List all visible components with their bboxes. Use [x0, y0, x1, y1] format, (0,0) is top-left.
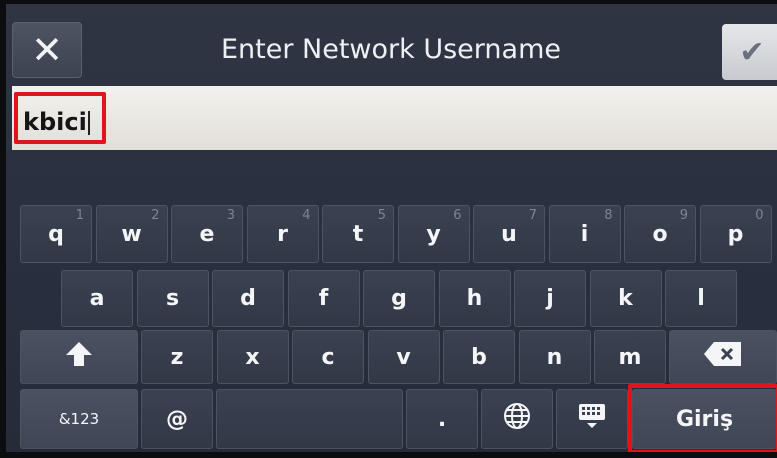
key-h[interactable]: h	[438, 270, 511, 327]
key-h-label: h	[466, 286, 483, 311]
key-r[interactable]: r4	[246, 205, 319, 263]
key-r-number-hint: 4	[302, 208, 311, 223]
username-input[interactable]: kbici	[12, 86, 777, 150]
key-e-number-hint: 3	[226, 208, 235, 223]
enter-highlight-box	[628, 384, 777, 452]
key-u-label: u	[501, 221, 517, 247]
key-i-number-hint: 8	[604, 208, 613, 223]
key-l[interactable]: l	[665, 270, 737, 327]
key-k-label: k	[618, 286, 633, 311]
key-q-number-hint: 1	[75, 208, 84, 223]
backspace-icon	[703, 341, 743, 373]
key-i[interactable]: i8	[548, 205, 621, 263]
globe-icon	[503, 402, 531, 436]
key-o-label: o	[652, 221, 668, 247]
key-d[interactable]: d	[212, 270, 284, 327]
key-x[interactable]: x	[216, 330, 289, 384]
key-g-label: g	[391, 286, 407, 311]
key-t-label: t	[352, 221, 364, 247]
key-c[interactable]: c	[292, 330, 364, 384]
symbols-key[interactable]: &123	[20, 389, 138, 449]
keyboard-screen: ✕ Enter Network Username ✔ kbici q1w2e3r…	[6, 4, 777, 452]
key-s-label: s	[165, 286, 180, 311]
key-p-label: p	[727, 221, 744, 247]
key-n-label: n	[546, 344, 563, 370]
key-v[interactable]: v	[367, 330, 440, 384]
period-key[interactable]: .	[406, 389, 478, 449]
key-p-number-hint: 0	[755, 208, 764, 223]
key-b-label: b	[471, 344, 487, 370]
key-w[interactable]: w2	[95, 205, 168, 263]
key-m[interactable]: m	[594, 330, 666, 384]
key-b[interactable]: b	[443, 330, 515, 384]
key-y[interactable]: y6	[397, 205, 470, 263]
shift-key[interactable]	[20, 330, 138, 384]
key-g[interactable]: g	[363, 270, 435, 327]
symbols-key-label: &123	[58, 410, 100, 428]
key-t-number-hint: 5	[377, 208, 386, 223]
backspace-key[interactable]	[669, 330, 777, 384]
shift-icon	[64, 340, 94, 374]
key-e-label: e	[199, 221, 215, 247]
key-q-label: q	[48, 221, 64, 247]
key-y-label: y	[426, 221, 441, 247]
key-a-label: a	[89, 286, 105, 311]
key-i-label: i	[580, 221, 589, 247]
confirm-button[interactable]: ✔	[722, 24, 777, 80]
period-key-label: .	[437, 406, 447, 432]
key-e[interactable]: e3	[171, 205, 243, 263]
key-o-number-hint: 9	[679, 208, 688, 223]
key-a[interactable]: a	[61, 270, 133, 327]
hide-keyboard-key[interactable]	[556, 389, 628, 449]
key-r-label: r	[277, 221, 288, 247]
key-z-label: z	[170, 344, 184, 370]
key-z[interactable]: z	[141, 330, 213, 384]
header: ✕ Enter Network Username ✔	[6, 4, 777, 84]
at-key[interactable]: @	[141, 389, 213, 449]
key-p[interactable]: p0	[699, 205, 772, 263]
key-s[interactable]: s	[136, 270, 209, 327]
key-m-label: m	[618, 344, 642, 370]
space-key[interactable]	[216, 389, 403, 449]
key-j[interactable]: j	[514, 270, 586, 327]
key-u[interactable]: u7	[473, 205, 545, 263]
key-v-label: v	[396, 344, 411, 370]
key-l-label: l	[697, 286, 705, 311]
key-q[interactable]: q1	[20, 205, 92, 263]
key-o[interactable]: o9	[624, 205, 696, 263]
key-w-number-hint: 2	[151, 208, 160, 223]
key-x-label: x	[245, 344, 260, 370]
key-w-label: w	[121, 221, 142, 247]
page-title: Enter Network Username	[220, 34, 561, 65]
globe-key[interactable]	[481, 389, 553, 449]
key-n[interactable]: n	[518, 330, 591, 384]
key-f-label: f	[318, 286, 329, 311]
key-j-label: j	[546, 286, 554, 311]
close-button[interactable]: ✕	[12, 22, 82, 78]
key-u-number-hint: 7	[528, 208, 537, 223]
key-c-label: c	[321, 344, 335, 370]
at-key-label: @	[166, 406, 188, 432]
checkmark-icon: ✔	[739, 34, 765, 70]
key-y-number-hint: 6	[453, 208, 462, 223]
input-highlight-box	[14, 92, 106, 144]
key-k[interactable]: k	[589, 270, 662, 327]
key-d-label: d	[240, 286, 256, 311]
key-t[interactable]: t5	[322, 205, 394, 263]
close-icon: ✕	[31, 28, 63, 72]
key-f[interactable]: f	[287, 270, 360, 327]
keyboard-hide-icon	[577, 402, 607, 436]
